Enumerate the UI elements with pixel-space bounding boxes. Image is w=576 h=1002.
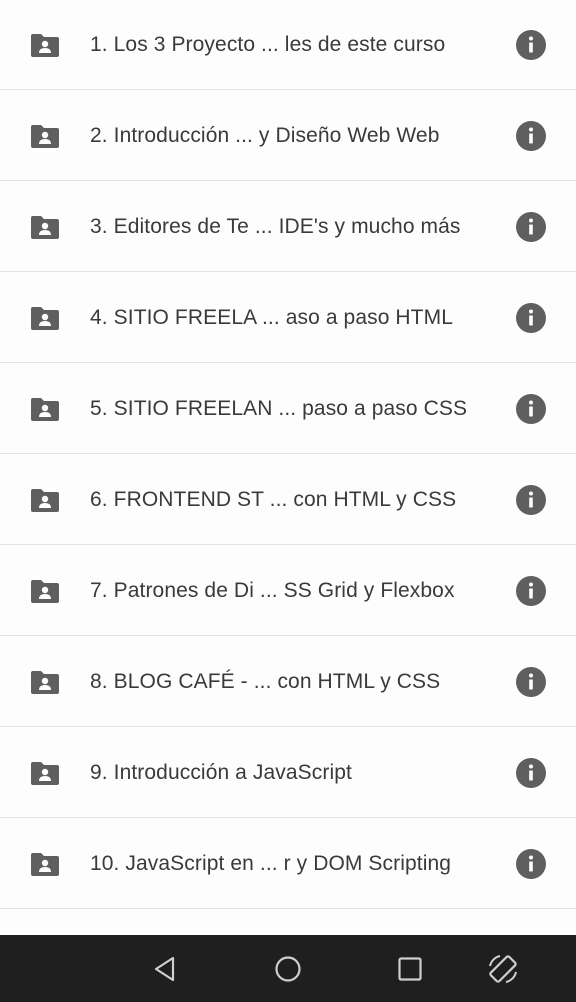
folder-account-icon <box>31 853 59 876</box>
list-item-label: 5. SITIO FREELAN ... paso a paso CSS <box>90 397 468 420</box>
info-icon[interactable] <box>516 212 546 242</box>
folder-account-icon <box>31 216 59 239</box>
list-item[interactable]: 1. Los 3 Proyecto ... les de este curso <box>0 0 576 90</box>
folder-list: 1. Los 3 Proyecto ... les de este curso … <box>0 0 576 935</box>
list-item-label: 10. JavaScript en ... r y DOM Scripting <box>90 852 452 875</box>
list-item[interactable]: 7. Patrones de Di ... SS Grid y Flexbox <box>0 546 576 636</box>
list-item[interactable]: 8. BLOG CAFÉ - ... con HTML y CSS <box>0 637 576 727</box>
folder-account-icon <box>31 762 59 785</box>
info-icon[interactable] <box>516 121 546 151</box>
list-item[interactable]: 2. Introducción ... y Diseño Web Web <box>0 91 576 181</box>
list-item-label: 2. Introducción ... y Diseño Web Web <box>90 124 440 147</box>
home-icon[interactable] <box>271 952 305 986</box>
folder-account-icon <box>31 34 59 57</box>
list-item[interactable]: 10. JavaScript en ... r y DOM Scripting <box>0 819 576 909</box>
list-item-label: 9. Introducción a JavaScript <box>90 761 352 784</box>
info-icon[interactable] <box>516 667 546 697</box>
list-item[interactable]: 3. Editores de Te ... IDE's y mucho más <box>0 182 576 272</box>
list-item[interactable]: 4. SITIO FREELA ... aso a paso HTML <box>0 273 576 363</box>
info-icon[interactable] <box>516 849 546 879</box>
info-icon[interactable] <box>516 394 546 424</box>
rotate-icon[interactable] <box>486 952 520 986</box>
list-item[interactable]: 5. SITIO FREELAN ... paso a paso CSS <box>0 364 576 454</box>
list-item-label: 8. BLOG CAFÉ - ... con HTML y CSS <box>90 670 441 693</box>
info-icon[interactable] <box>516 30 546 60</box>
back-icon[interactable] <box>148 952 182 986</box>
folder-account-icon <box>31 580 59 603</box>
recents-icon[interactable] <box>393 952 427 986</box>
list-item[interactable]: 6. FRONTEND ST ... con HTML y CSS <box>0 455 576 545</box>
list-item-label: 6. FRONTEND ST ... con HTML y CSS <box>90 488 457 511</box>
info-icon[interactable] <box>516 485 546 515</box>
list-item[interactable]: 9. Introducción a JavaScript <box>0 728 576 818</box>
system-navigation-bar <box>0 935 576 1002</box>
folder-account-icon <box>31 489 59 512</box>
folder-account-icon <box>31 307 59 330</box>
info-icon[interactable] <box>516 303 546 333</box>
folder-account-icon <box>31 671 59 694</box>
info-icon[interactable] <box>516 758 546 788</box>
folder-account-icon <box>31 125 59 148</box>
info-icon[interactable] <box>516 576 546 606</box>
folder-account-icon <box>31 398 59 421</box>
list-item-label: 7. Patrones de Di ... SS Grid y Flexbox <box>90 579 455 602</box>
list-item-label: 3. Editores de Te ... IDE's y mucho más <box>90 215 461 238</box>
list-item-label: 1. Los 3 Proyecto ... les de este curso <box>90 33 446 56</box>
list-item-label: 4. SITIO FREELA ... aso a paso HTML <box>90 306 453 329</box>
